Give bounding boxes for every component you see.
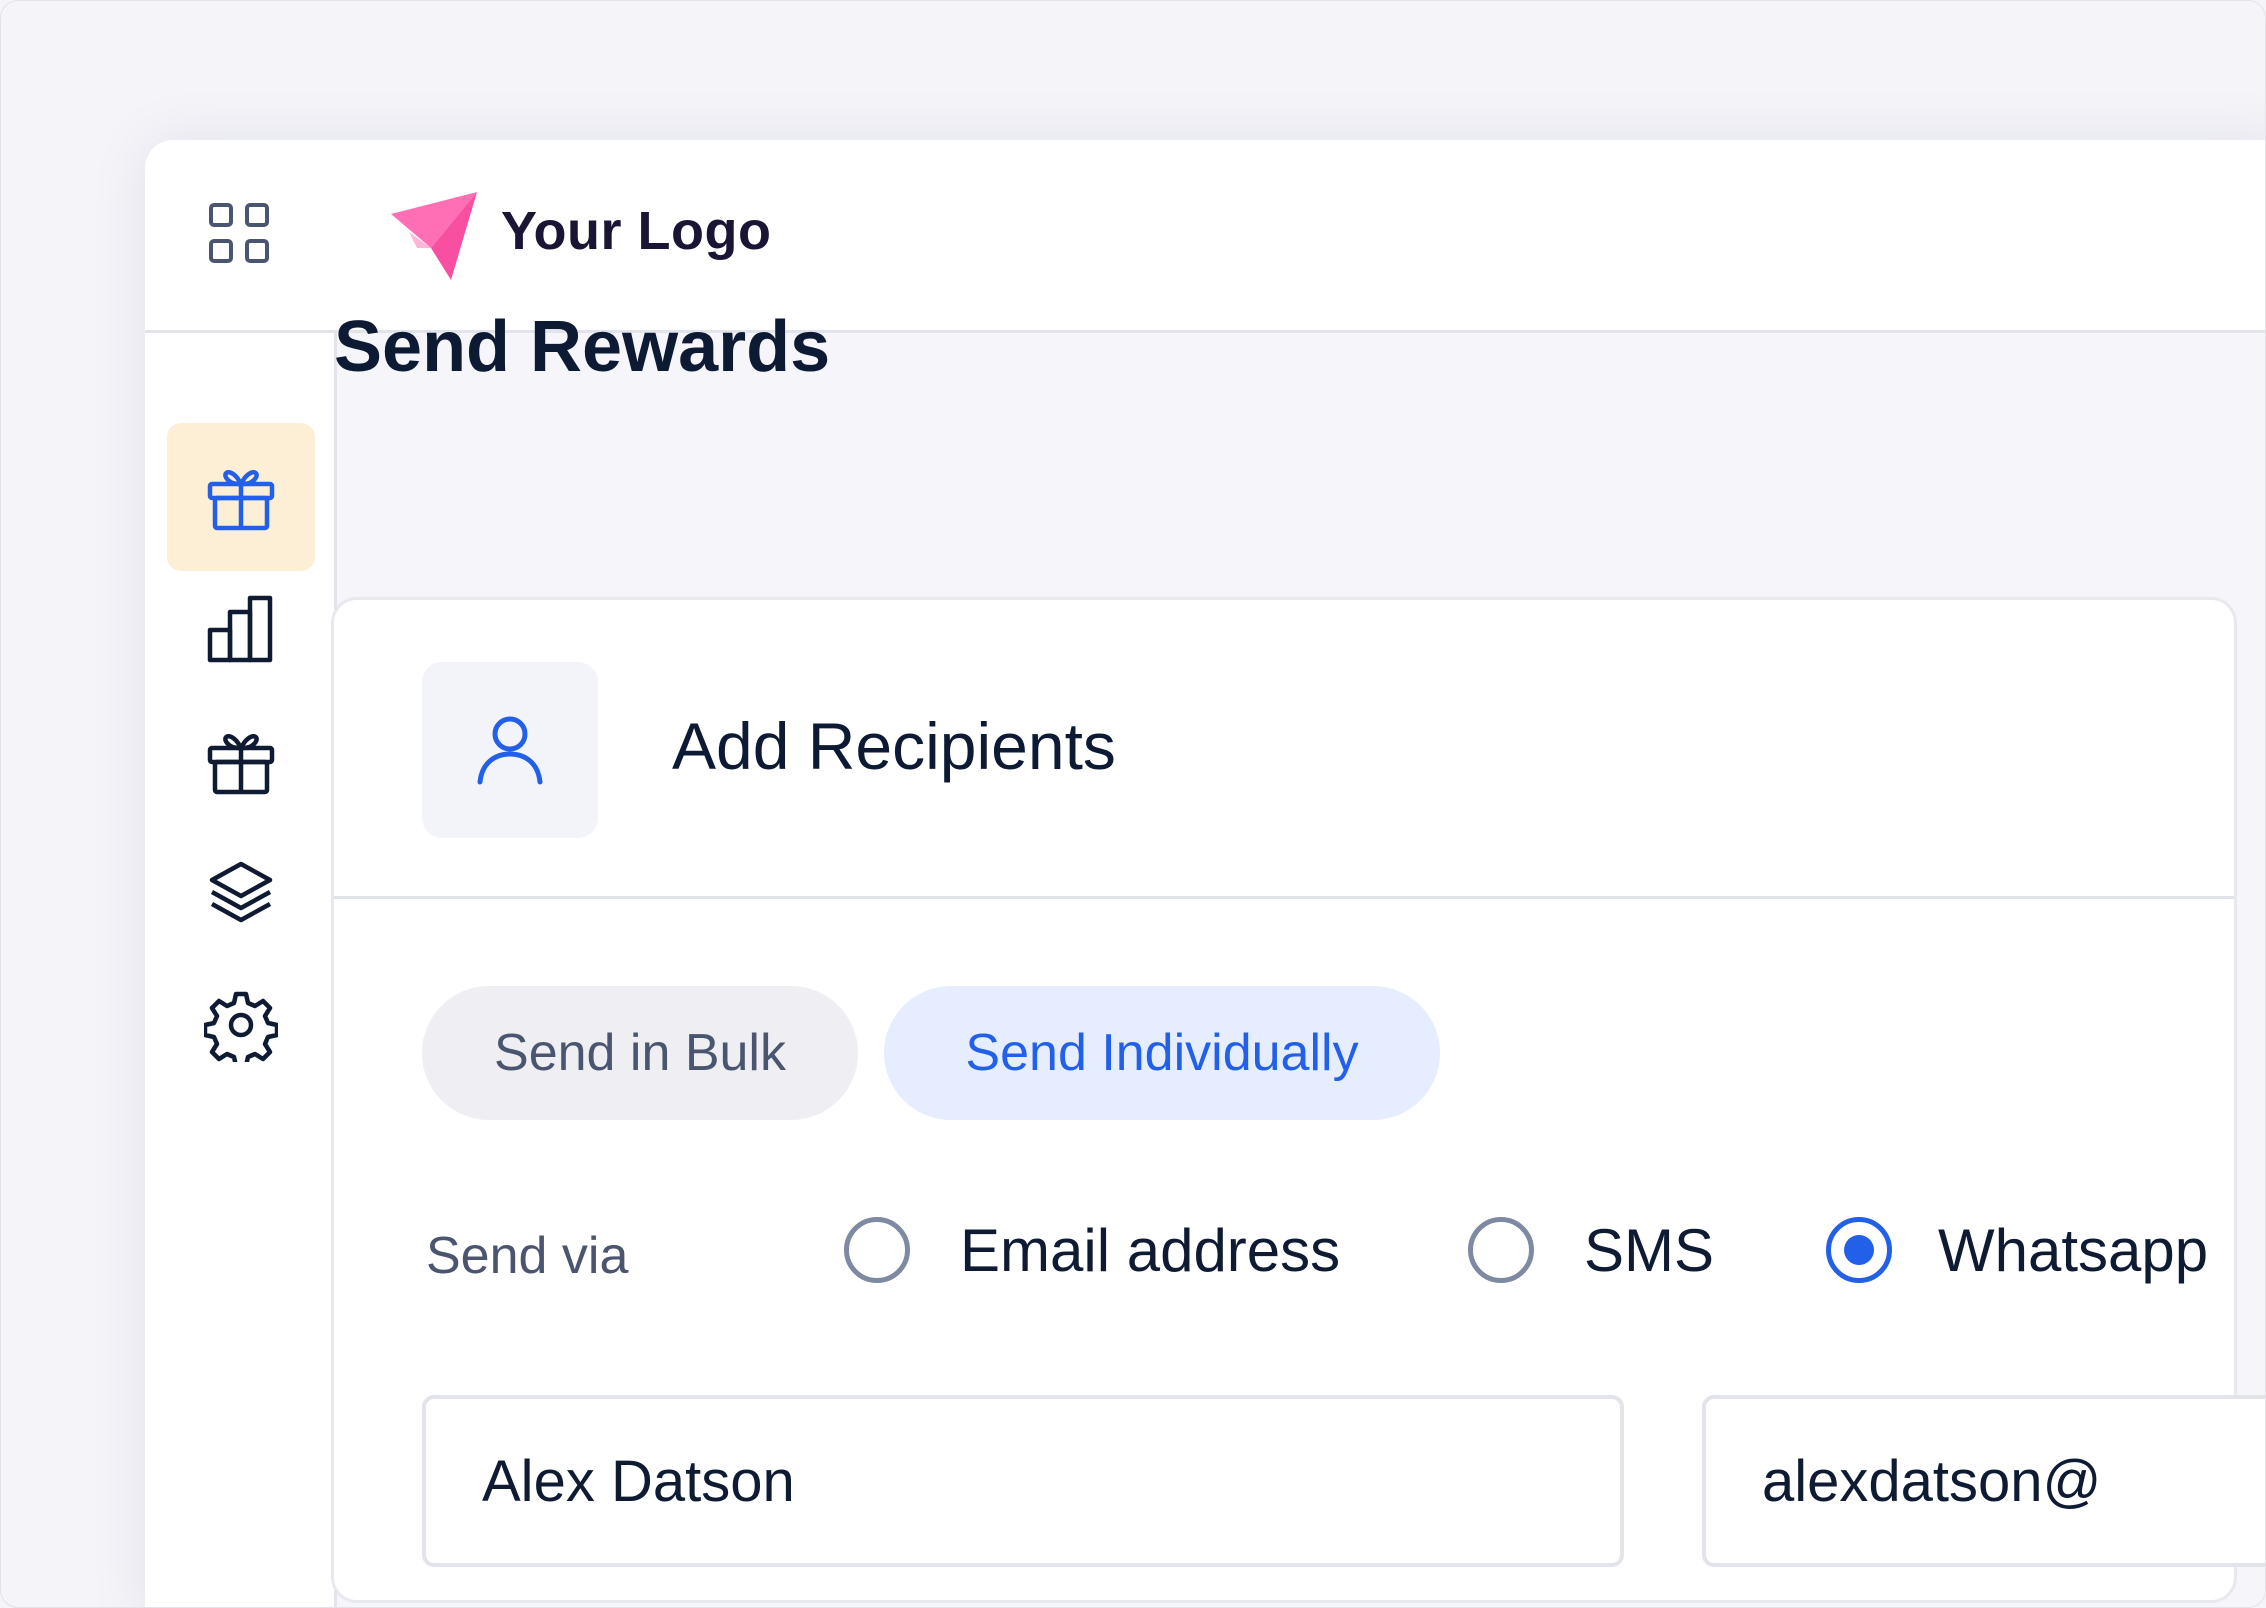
radio-sms[interactable] [1468,1217,1534,1283]
recipient-icon-box [422,662,598,838]
sidebar [145,333,337,1607]
recipient-email-field[interactable]: alexdatson@ [1702,1395,2265,1567]
bar-chart-icon [207,595,273,663]
app-grid-icon[interactable] [209,203,273,267]
layers-icon [209,861,273,923]
sidebar-item-catalog[interactable] [167,819,315,967]
logo-text: Your Logo [501,201,772,261]
sidebar-item-rewards[interactable] [167,423,315,571]
tab-send-individually[interactable]: Send Individually [884,986,1440,1120]
card-title: Add Recipients [672,709,1116,783]
recipient-name-field[interactable]: Alex Datson [422,1395,1624,1567]
paper-plane-logo-icon [391,192,477,280]
top-bar: Your Logo [145,140,2265,333]
sidebar-item-analytics[interactable] [167,555,315,703]
screenshot-frame: Your Logo Send Rewards Add Recipients Se… [0,0,2266,1608]
page-title: Send Rewards [334,307,831,387]
card-header: Add Recipients [334,600,2234,899]
send-via-label: Send via [426,1227,629,1285]
gift-icon [207,470,275,531]
recipient-name-value: Alex Datson [482,1448,795,1514]
sidebar-item-settings[interactable] [167,951,315,1099]
add-recipients-card: Add Recipients Send in Bulk Send Individ… [331,597,2265,1603]
radio-email-address-label[interactable]: Email address [960,1216,1340,1285]
user-icon [477,716,543,785]
tab-send-in-bulk[interactable]: Send in Bulk [422,986,858,1120]
gift-icon [207,734,275,795]
recipient-email-value: alexdatson@ [1762,1448,2102,1514]
radio-email-address[interactable] [844,1217,910,1283]
radio-sms-label[interactable]: SMS [1584,1216,1714,1285]
sidebar-item-gifts[interactable] [167,687,315,835]
gear-icon [204,991,278,1062]
radio-whatsapp[interactable] [1826,1217,1892,1283]
radio-whatsapp-label[interactable]: Whatsapp [1938,1216,2208,1285]
